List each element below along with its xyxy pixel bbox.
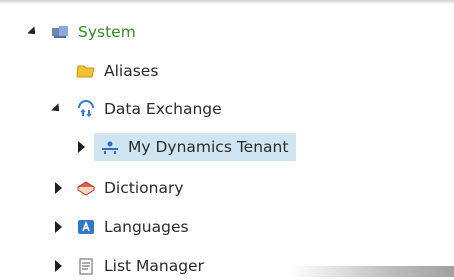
tree-node-system[interactable]: System [27,18,136,46]
tree-node-label: My Dynamics Tenant [128,138,289,156]
tree-node-dictionary[interactable]: Dictionary [76,174,184,202]
collapse-arrow-icon[interactable] [78,141,85,153]
tree-node-data-exchange[interactable]: Data Exchange [51,95,222,123]
tree-node-list-manager[interactable]: List Manager [76,252,204,280]
system-icon [50,23,70,41]
expand-arrow-icon[interactable] [27,26,39,38]
collapse-arrow-icon[interactable] [55,221,62,233]
expand-arrow-icon[interactable] [51,103,63,115]
tree-node-languages[interactable]: Languages [76,213,189,241]
collapse-arrow-icon[interactable] [55,182,62,194]
bottom-blur [290,266,454,277]
tree-node-label: List Manager [104,257,204,275]
tree-node-label: Languages [104,218,189,236]
collapse-arrow-icon[interactable] [55,260,62,272]
tree-node-label: System [78,23,136,41]
tree-node-label: Dictionary [104,179,184,197]
tree-node-aliases[interactable]: Aliases [76,57,158,85]
tree-node-label: Data Exchange [104,100,222,118]
data-exchange-icon [76,100,96,118]
tenant-icon [100,138,120,156]
languages-icon [76,218,96,236]
dictionary-icon [76,179,96,197]
tree-node-my-dynamics-tenant[interactable]: My Dynamics Tenant [94,133,297,161]
content-tree: System Aliases Data Exchange My Dynamics… [0,0,454,277]
folder-icon [76,62,96,80]
list-manager-icon [76,257,96,275]
tree-node-label: Aliases [104,62,159,80]
top-divider [0,0,454,4]
